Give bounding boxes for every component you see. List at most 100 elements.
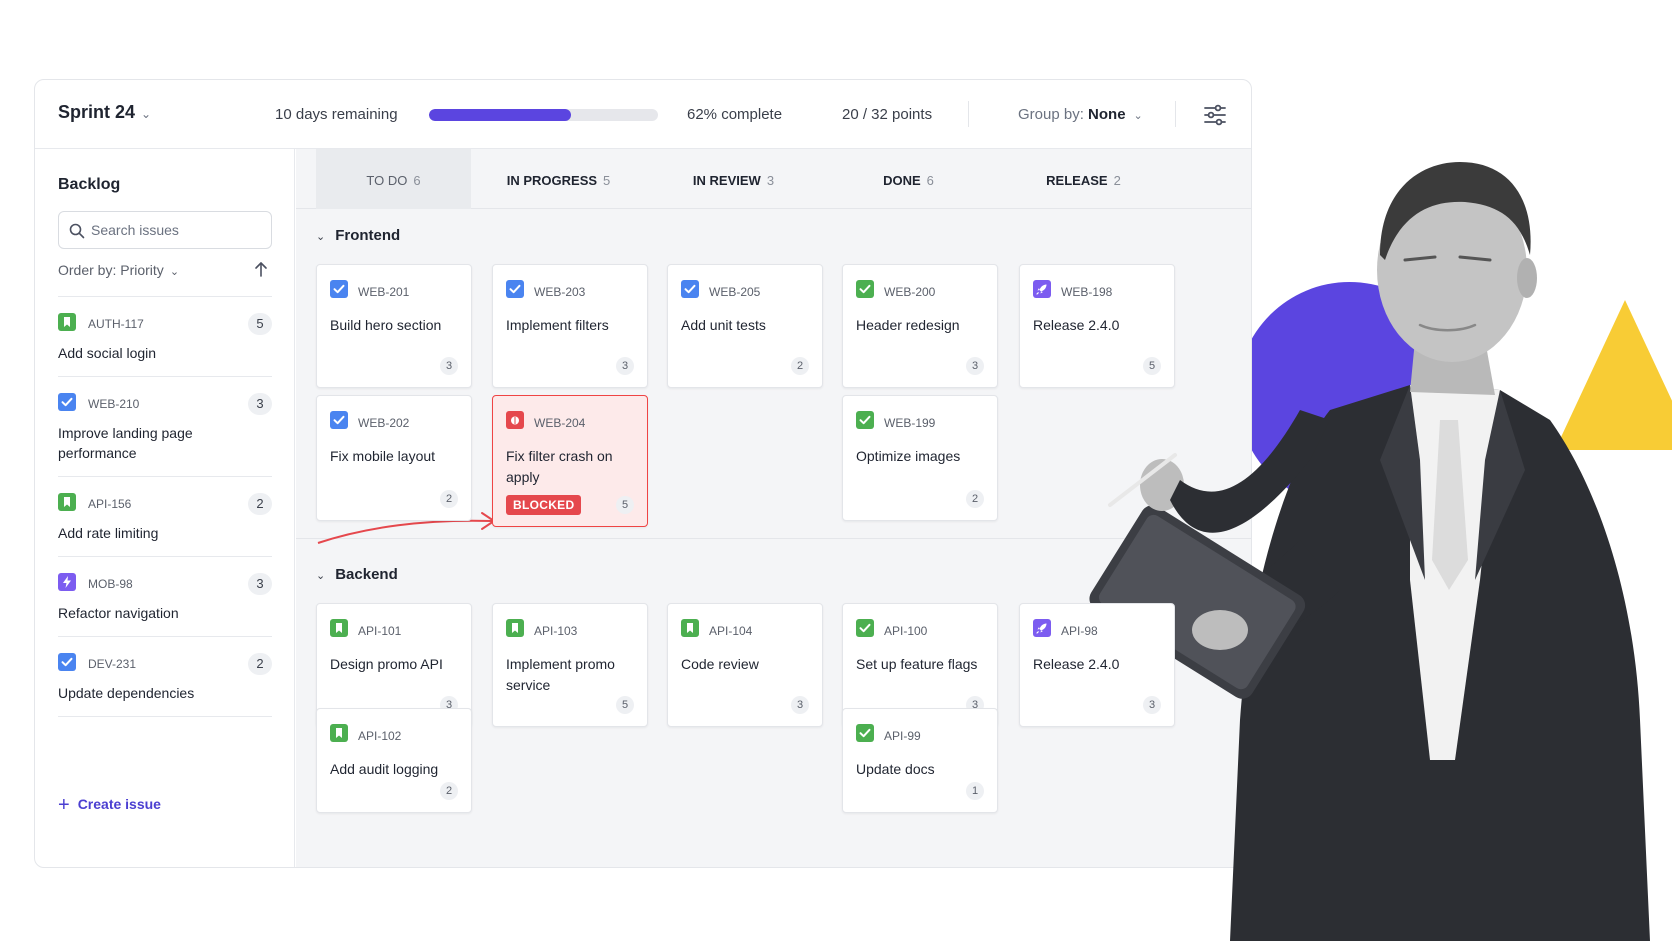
story-icon <box>681 619 699 642</box>
column-header-to-do[interactable]: TO DO 6 <box>316 149 471 209</box>
issue-title: Add social login <box>58 345 157 361</box>
story-points-badge: 5 <box>1143 357 1161 375</box>
chevron-down-icon: ⌄ <box>169 266 180 278</box>
issue-key: API-103 <box>534 624 578 638</box>
create-issue-label: Create issue <box>77 796 161 812</box>
sprint-selector[interactable]: Sprint 24 ⌄ <box>58 102 151 123</box>
column-label: DONE <box>883 173 921 188</box>
issue-key: API-100 <box>884 624 928 638</box>
sort-direction-icon[interactable] <box>252 260 270 278</box>
issue-card[interactable]: API-98 Release 2.4.0 3 <box>1019 603 1175 727</box>
issue-title: Build hero section <box>330 317 442 333</box>
story-points-badge: 3 <box>248 573 272 595</box>
backlog-item[interactable]: API-156 2 Add rate limiting <box>58 476 272 556</box>
backlog-item[interactable]: MOB-98 3 Refactor navigation <box>58 556 272 636</box>
divider <box>968 101 969 127</box>
story-points-badge: 5 <box>616 496 634 514</box>
column-label: TO DO <box>366 173 408 188</box>
issue-key: API-101 <box>358 624 402 638</box>
group-by-label: Group by: <box>1018 106 1084 123</box>
story-icon <box>58 493 76 516</box>
create-issue-button[interactable]: + Create issue <box>58 794 161 817</box>
sprint-title: Sprint 24 <box>58 102 136 122</box>
story-points-badge: 5 <box>616 696 634 714</box>
issue-card[interactable]: WEB-201 Build hero section 3 <box>316 264 472 388</box>
column-label: IN REVIEW <box>692 173 761 188</box>
bug-icon <box>506 411 524 434</box>
issue-key: WEB-201 <box>358 285 410 299</box>
issue-card[interactable]: WEB-200 Header redesign 3 <box>842 264 998 388</box>
done-icon <box>856 411 874 434</box>
issue-title: Implement promo service <box>506 656 615 693</box>
backlog-item[interactable]: DEV-231 2 Update dependencies <box>58 636 272 716</box>
issue-card[interactable]: WEB-203 Implement filters 3 <box>492 264 648 388</box>
chevron-down-icon: ⌄ <box>316 231 326 243</box>
backlog-item[interactable]: WEB-210 3 Improve landing page performance <box>58 376 272 476</box>
backlog-sidebar: Backlog Order by: Priority ⌄ AUTH-117 5 Add… <box>35 149 295 867</box>
days-remaining: 10 days remaining <box>275 106 398 123</box>
issue-title: Improve landing page performance <box>58 425 193 461</box>
issue-card[interactable]: WEB-202 Fix mobile layout 2 <box>316 395 472 521</box>
issue-title: Update dependencies <box>58 685 195 701</box>
issue-key: WEB-205 <box>709 285 761 299</box>
group-by-value: None <box>1088 106 1126 123</box>
issue-key: API-98 <box>1061 624 1098 638</box>
issue-card[interactable]: API-104 Code review 3 <box>667 603 823 727</box>
task-icon <box>330 411 348 434</box>
search-icon <box>69 223 85 239</box>
issue-card[interactable]: WEB-205 Add unit tests 2 <box>667 264 823 388</box>
rocket-icon <box>1033 280 1051 303</box>
issue-title: Header redesign <box>856 317 960 333</box>
swimlane-label: Backend <box>335 566 398 583</box>
story-icon <box>58 313 76 336</box>
issue-key: WEB-199 <box>884 416 936 430</box>
search-box <box>58 211 272 249</box>
issue-card[interactable]: API-99 Update docs 1 <box>842 708 998 813</box>
swimlane-backend[interactable]: ⌄ Backend <box>316 566 398 583</box>
done-icon <box>856 724 874 747</box>
issue-title: Add rate limiting <box>58 525 159 541</box>
column-header-in-review[interactable]: IN REVIEW 3 <box>646 149 821 209</box>
story-points-badge: 3 <box>616 357 634 375</box>
issue-card[interactable]: WEB-198 Release 2.4.0 5 <box>1019 264 1175 388</box>
story-points-badge: 2 <box>966 490 984 508</box>
issue-card[interactable]: API-103 Implement promo service 5 <box>492 603 648 727</box>
issue-title: Add unit tests <box>681 317 766 333</box>
divider <box>1175 101 1176 127</box>
issue-key: WEB-200 <box>884 285 936 299</box>
task-icon <box>330 280 348 303</box>
story-points-badge: 2 <box>791 357 809 375</box>
issue-card[interactable]: WEB-204 Fix filter crash on apply 5 BLOCKED <box>492 395 648 527</box>
search-input[interactable] <box>91 220 261 240</box>
epic-icon <box>58 573 76 596</box>
column-header-done[interactable]: DONE 6 <box>821 149 996 209</box>
issue-title: Fix mobile layout <box>330 448 436 464</box>
story-points-badge: 3 <box>1143 696 1161 714</box>
sprint-progress-fill <box>429 109 571 121</box>
issue-title: Design promo API <box>330 656 443 672</box>
issue-title: Update docs <box>856 761 935 777</box>
issue-title: Release 2.4.0 <box>1033 656 1120 672</box>
group-by-dropdown[interactable]: Group by: None ⌄ <box>1018 106 1143 123</box>
issue-card[interactable]: WEB-199 Optimize images 2 <box>842 395 998 521</box>
task-icon <box>58 393 76 416</box>
issue-key: WEB-210 <box>88 397 140 411</box>
issue-key: WEB-202 <box>358 416 410 430</box>
column-count: 6 <box>926 173 934 188</box>
order-by-label: Order by: Priority <box>58 262 164 278</box>
column-count: 3 <box>766 173 775 188</box>
story-points-badge: 1 <box>966 782 984 800</box>
swimlane-frontend[interactable]: ⌄ Frontend <box>316 227 400 244</box>
chevron-down-icon: ⌄ <box>1133 110 1143 122</box>
backlog-item[interactable]: AUTH-117 5 Add social login <box>58 296 272 376</box>
sprint-progress-bar <box>429 109 658 121</box>
order-by-dropdown[interactable]: Order by: Priority ⌄ <box>58 262 179 278</box>
issue-title: Code review <box>681 656 759 672</box>
story-points-badge: 3 <box>248 393 272 415</box>
issue-card[interactable]: API-102 Add audit logging 2 <box>316 708 472 813</box>
column-header-in-progress[interactable]: IN PROGRESS 5 <box>471 149 646 209</box>
issue-key: WEB-198 <box>1061 285 1113 299</box>
story-points-badge: 2 <box>248 653 272 675</box>
chevron-down-icon: ⌄ <box>141 107 152 121</box>
filter-settings-icon[interactable] <box>1202 102 1228 128</box>
